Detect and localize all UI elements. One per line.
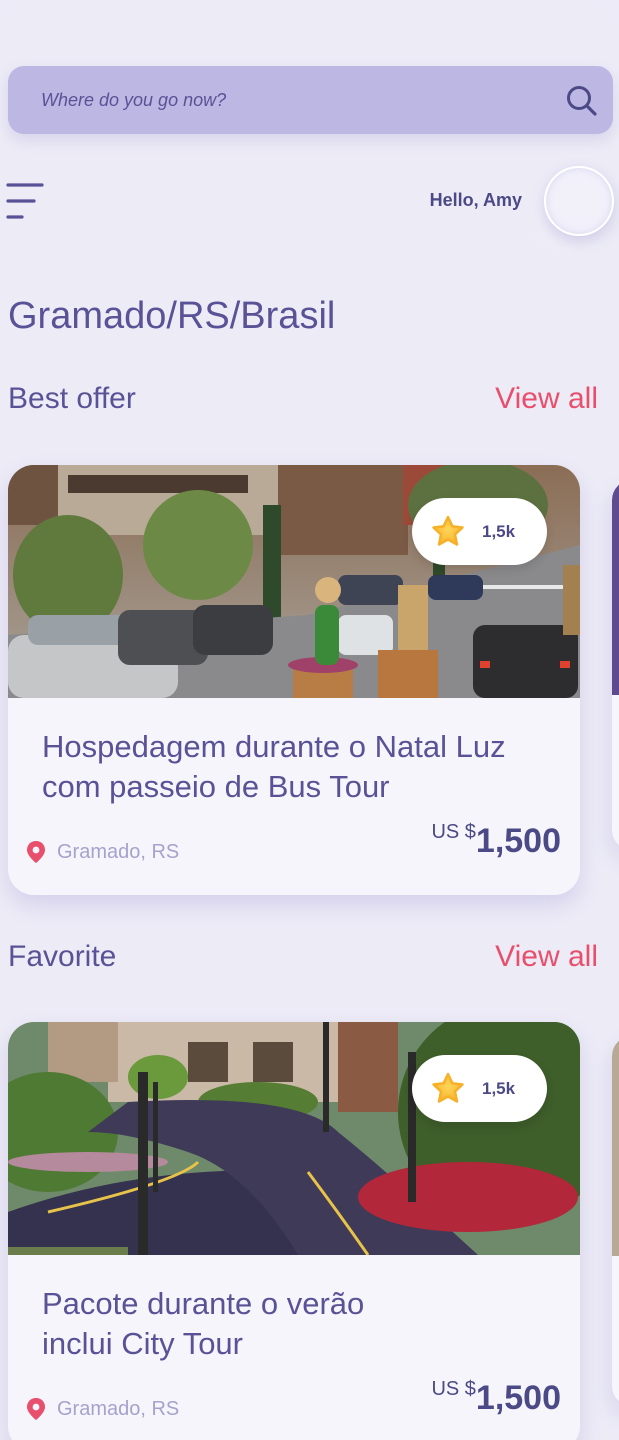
- next-card-image: [612, 1036, 619, 1256]
- card-location-text: Gramado, RS: [57, 1397, 180, 1420]
- rating-count: 1,5k: [482, 1078, 516, 1098]
- page-title: Gramado/RS/Brasil: [8, 295, 336, 337]
- card-location: Gramado, RS: [25, 1397, 179, 1421]
- section-title-best-offer: Best offer: [8, 382, 136, 415]
- card-image: 1,5k: [8, 1022, 580, 1255]
- next-card-peek[interactable]: [612, 480, 619, 850]
- search-button[interactable]: [563, 82, 601, 120]
- offer-card[interactable]: 1,5k Hospedagem durante o Natal Luz com …: [8, 465, 580, 895]
- search-input[interactable]: [41, 66, 521, 134]
- card-title-line: com passeio de Bus Tour: [42, 769, 390, 804]
- menu-button[interactable]: [6, 180, 46, 224]
- card-price: US $1,500: [431, 1378, 561, 1418]
- next-card-peek[interactable]: [612, 1036, 619, 1406]
- favorite-card[interactable]: 1,5k Pacote durante o verão inclui City …: [8, 1022, 580, 1440]
- view-all-best-offer-link[interactable]: View all: [495, 382, 598, 416]
- card-title-line: inclui City Tour: [42, 1326, 244, 1361]
- price-amount: 1,500: [475, 822, 561, 860]
- rating-badge: 1,5k: [412, 1055, 547, 1122]
- rating-badge: 1,5k: [412, 498, 547, 565]
- star-icon: [432, 1072, 464, 1103]
- view-all-favorite-link[interactable]: View all: [495, 940, 598, 974]
- avatar-container: [524, 166, 619, 262]
- search-bar: [8, 66, 613, 134]
- card-title-line: Pacote durante o verão: [42, 1286, 365, 1321]
- card-location: Gramado, RS: [25, 840, 179, 864]
- location-pin-icon: [27, 841, 45, 863]
- card-location-text: Gramado, RS: [57, 840, 180, 863]
- card-image: 1,5k: [8, 465, 580, 698]
- price-currency: US $: [431, 1378, 476, 1400]
- star-icon: [432, 515, 464, 546]
- section-title-favorite: Favorite: [8, 940, 117, 973]
- next-card-image: [612, 480, 619, 695]
- card-title: Hospedagem durante o Natal Luz com passe…: [42, 727, 562, 807]
- card-price: US $1,500: [431, 821, 561, 861]
- search-icon: [567, 86, 597, 116]
- card-title-line: Hospedagem durante o Natal Luz: [42, 729, 506, 764]
- greeting-text: Hello, Amy: [429, 190, 522, 210]
- rating-count: 1,5k: [482, 521, 516, 541]
- price-amount: 1,500: [475, 1379, 561, 1417]
- app-screen: Hello, Amy Gramado/RS/Brasil Best offer …: [0, 0, 619, 1440]
- location-pin-icon: [27, 1398, 45, 1420]
- avatar[interactable]: [544, 166, 614, 236]
- menu-icon: [6, 183, 44, 219]
- price-currency: US $: [431, 821, 476, 843]
- card-title: Pacote durante o verão inclui City Tour: [42, 1284, 562, 1364]
